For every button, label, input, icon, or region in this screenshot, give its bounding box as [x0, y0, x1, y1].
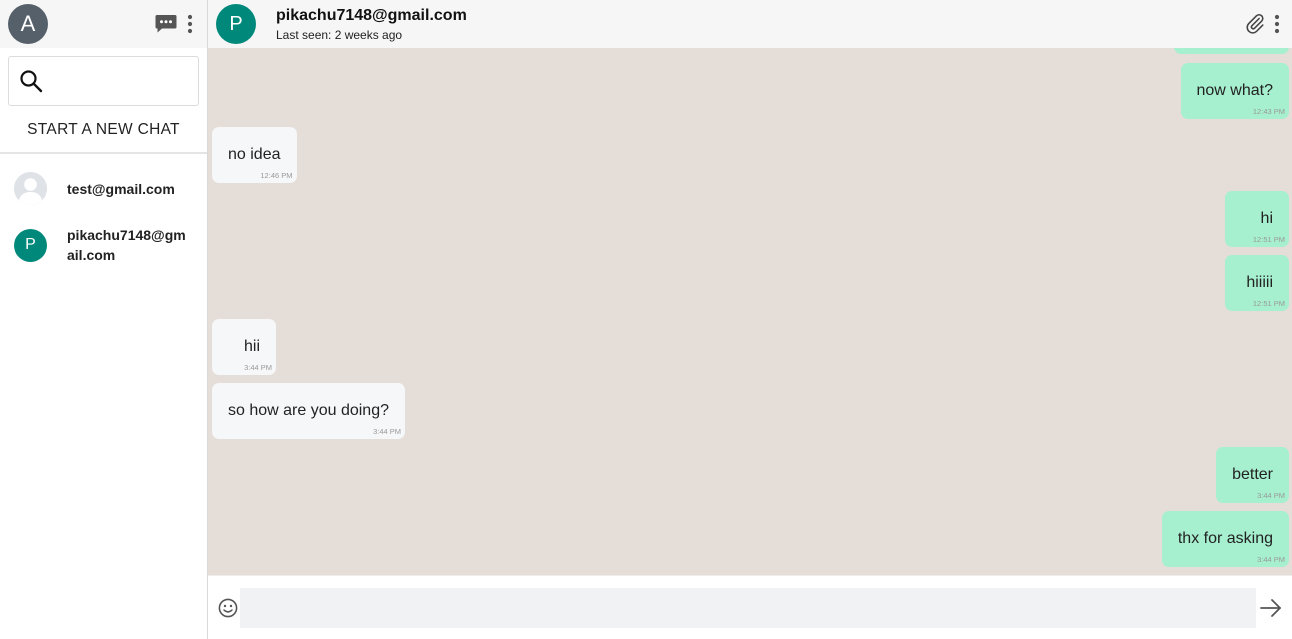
- search-box: [8, 56, 250, 106]
- message-text: now what?: [1196, 82, 1274, 99]
- chat-name: test@gmail.com: [67, 180, 175, 197]
- message-bubble-received: so how are you doing? 3:44 PM: [212, 383, 405, 439]
- chat-bubble-icon[interactable]: [155, 14, 177, 34]
- chat-list: test@gmail.com P pikachu7148@gmail.com: [0, 160, 207, 277]
- message-time: 3:44 PM: [1257, 555, 1285, 564]
- message-bubble-sent: thx for asking 3:44 PM: [1161, 511, 1289, 567]
- more-vert-icon[interactable]: [1274, 14, 1280, 34]
- message-bubble-sent: now what? 12:43 PM: [1180, 63, 1289, 119]
- message-time: 12:51 PM: [1252, 299, 1285, 308]
- more-vert-icon[interactable]: [187, 14, 193, 34]
- message-input[interactable]: [240, 587, 1256, 628]
- message-bubble-sent: hi 12:51 PM: [1225, 191, 1289, 247]
- contact-avatar[interactable]: P: [216, 4, 256, 44]
- message-text: better: [1232, 466, 1273, 483]
- chat-name: pikachu7148@gmail.com: [67, 227, 186, 263]
- message-list[interactable]: now what? 12:43 PM no idea 12:46 PM hi 1…: [208, 48, 1292, 575]
- sidebar: A START A NEW CHAT test@gmail.com P pika…: [0, 0, 250, 639]
- chat-header-info: P pikachu7148@gmail.com Last seen: 2 wee…: [216, 4, 467, 44]
- message-bubble-received: no idea 12:46 PM: [212, 127, 297, 183]
- contact-avatar: P: [14, 228, 47, 262]
- message-bubble-sent: better 3:44 PM: [1216, 447, 1289, 503]
- paperclip-icon[interactable]: [1244, 13, 1266, 35]
- message-text: so how are you doing?: [228, 402, 389, 419]
- message-text: hii: [243, 338, 260, 355]
- message-time: 12:46 PM: [260, 171, 293, 180]
- message-time: 3:44 PM: [373, 427, 401, 436]
- chat-panel: P pikachu7148@gmail.com Last seen: 2 wee…: [208, 0, 1292, 639]
- chat-header: P pikachu7148@gmail.com Last seen: 2 wee…: [208, 0, 1292, 48]
- contact-name: pikachu7148@gmail.com: [276, 7, 467, 24]
- message-text: [1190, 48, 1273, 53]
- chat-header-actions: [1244, 13, 1284, 35]
- search-icon: [19, 69, 43, 93]
- last-seen-status: Last seen: 2 weeks ago: [276, 28, 403, 42]
- message-bubble-received: hii 3:44 PM: [212, 319, 276, 375]
- message-time: 3:44 PM: [1257, 491, 1285, 500]
- chat-list-item[interactable]: test@gmail.com: [0, 160, 207, 217]
- message-text: thx for asking: [1177, 530, 1273, 547]
- message-bubble-sent: hiiiii 12:51 PM: [1225, 255, 1289, 311]
- message-bubble-sent: [1174, 48, 1289, 54]
- sidebar-header-actions: [155, 14, 199, 34]
- message-time: 3:44 PM: [244, 363, 272, 372]
- message-text: hi: [1260, 210, 1273, 227]
- start-new-chat-button[interactable]: START A NEW CHAT: [0, 108, 207, 154]
- default-user-icon: [14, 172, 47, 205]
- message-composer: [208, 575, 1292, 639]
- message-text: hiiiii: [1246, 274, 1273, 291]
- sidebar-header: A: [0, 0, 207, 48]
- chat-app: A START A NEW CHAT test@gmail.com P pika…: [0, 0, 1292, 639]
- emoji-icon[interactable]: [218, 598, 238, 618]
- message-time: 12:43 PM: [1252, 107, 1285, 116]
- user-avatar[interactable]: A: [8, 4, 48, 44]
- message-time: 12:51 PM: [1252, 235, 1285, 244]
- arrow-right-icon[interactable]: [1260, 598, 1282, 618]
- message-text: no idea: [228, 146, 281, 163]
- contact-details: pikachu7148@gmail.com Last seen: 2 weeks…: [276, 6, 467, 42]
- chat-list-item[interactable]: P pikachu7148@gmail.com: [0, 217, 207, 277]
